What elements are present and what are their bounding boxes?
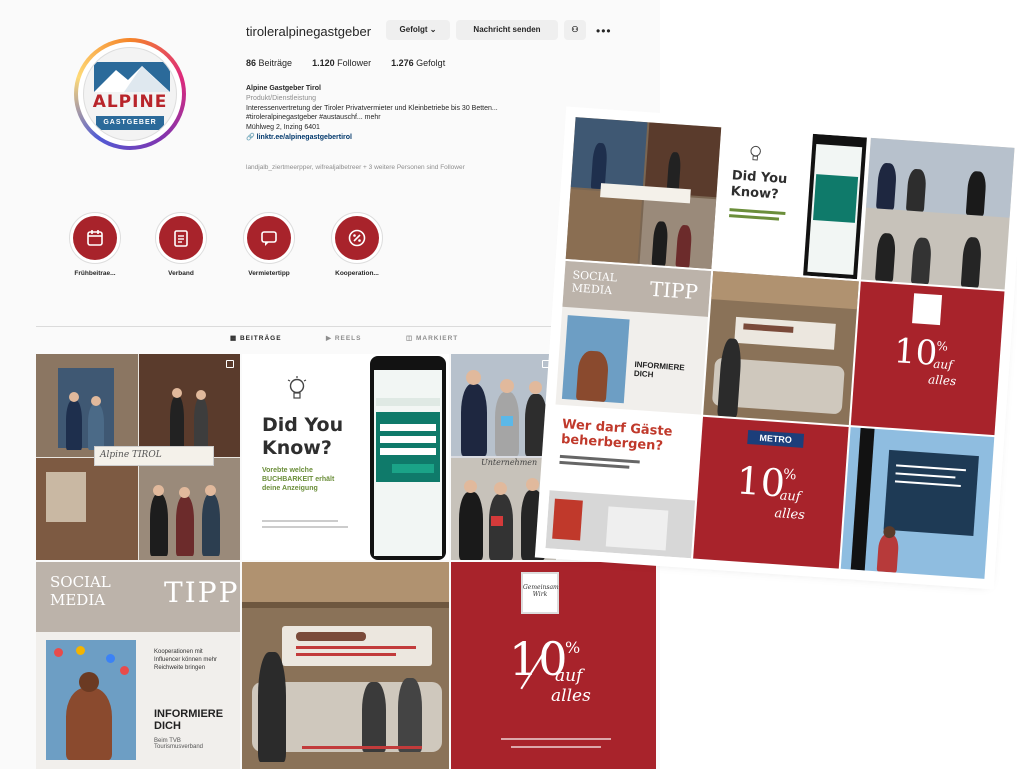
profile-link[interactable]: 🔗 linktr.ee/alpinegastgebertirol: [246, 133, 626, 143]
tab-tagged[interactable]: ◫ MARKIERT: [406, 334, 458, 342]
highlight-label: Vermietertipp: [248, 270, 290, 277]
profile-bio: Alpine Gastgeber Tirol Produkt/Dienstlei…: [246, 84, 626, 143]
tipp-label: TIPP: [164, 576, 240, 609]
detail-post-team[interactable]: [860, 137, 1015, 290]
more-dots-icon[interactable]: •••: [596, 24, 612, 38]
detail-post-ten-percent-a[interactable]: 10 % auf alles: [850, 281, 1005, 436]
post-did-you-know[interactable]: Did You Know? Vorebte welche BUCHBARKEIT…: [242, 354, 449, 560]
bio-hashtags[interactable]: #tiroleralpinegastgeber #austauschf... m…: [246, 113, 626, 123]
percent-icon: [348, 229, 366, 247]
dyk-body: Vorebte welche BUCHBARKEIT erhält deine …: [262, 467, 335, 492]
alpine-gastgeber-logo: ALPINE GASTGEBER: [83, 47, 177, 141]
post-social-media-tipp[interactable]: SOCIAL MEDIA TIPP Kooperationen mit Infl…: [36, 562, 240, 769]
multi-post-icon: [542, 360, 550, 368]
percent-label: %: [565, 638, 581, 657]
bio-line: Interessenvertretung der Tiroler Privatv…: [246, 104, 498, 112]
dyk-title: Did You Know?: [262, 414, 344, 459]
reels-icon: ▶: [326, 335, 332, 342]
add-person-button[interactable]: ⚇: [564, 20, 586, 40]
grid-icon: ▦: [230, 335, 238, 342]
mountain-logo-icon: [94, 62, 170, 92]
bio-address: Mühlweg 2, Inzing 6401: [246, 124, 320, 132]
followed-by-note[interactable]: landjalb_ziertmeerpper, wifrealjalbetree…: [246, 164, 465, 171]
detail-post-social-media[interactable]: SOCIAL MEDIA TIPP INFORMIERE DICH: [555, 260, 712, 415]
tabs-divider: [36, 326, 556, 327]
post-workshop-photo[interactable]: [242, 562, 449, 769]
profile-category: Produkt/Dienstleistung: [246, 94, 317, 102]
detail-informiere-label: INFORMIERE DICH: [633, 359, 685, 380]
tab-reels[interactable]: ▶ REELS: [326, 334, 361, 342]
highlight-fruehbeitrag[interactable]: Frühbeitrae...: [60, 212, 130, 277]
highlight-label: Kooperation...: [335, 270, 379, 277]
followers-count[interactable]: 1.120 Follower: [312, 58, 371, 68]
tab-posts[interactable]: ▦ BEITRÄGE: [230, 334, 282, 342]
collage-caption: Alpine TIROL: [100, 450, 162, 460]
posts-count[interactable]: 86 Beiträge: [246, 58, 292, 68]
alles-label: alles: [551, 686, 591, 706]
detail-post-ten-percent-b[interactable]: METRO 10 % auf alles: [693, 416, 849, 569]
detail-auf-label-b: auf: [779, 488, 802, 505]
following-count[interactable]: 1.276 Gefolgt: [391, 58, 445, 68]
link-icon: 🔗: [246, 133, 255, 141]
detail-dyk-title: Did You Know?: [730, 168, 788, 203]
wer-darf-title: Wer darf Gäste beherbergen?: [560, 417, 673, 455]
auf-label: auf: [555, 666, 583, 686]
lightbulb-icon: [750, 145, 761, 161]
detail-post-illustration[interactable]: [840, 427, 995, 579]
message-button[interactable]: Nachricht senden: [456, 20, 558, 40]
tagged-icon: ◫: [406, 335, 414, 342]
detail-percent-label-b: %: [782, 466, 798, 484]
highlight-label: Frühbeitrae...: [74, 270, 116, 277]
detail-post-workshop[interactable]: [703, 271, 859, 425]
multi-post-icon: [226, 360, 234, 368]
logo-word: ALPINE: [92, 92, 168, 112]
add-person-icon: ⚇: [571, 25, 579, 34]
detail-post-collage[interactable]: [565, 117, 722, 270]
post-collage-photos[interactable]: Alpine TIROL: [36, 354, 240, 560]
highlight-vermietertipp[interactable]: Vermietertipp: [234, 212, 304, 277]
logo-subtitle: GASTGEBER: [96, 116, 164, 130]
detail-auf-label-a: auf: [932, 356, 954, 373]
highlight-kooperation[interactable]: Kooperation...: [322, 212, 392, 277]
profile-avatar[interactable]: ALPINE GASTGEBER: [74, 38, 186, 150]
detail-post-did-you-know[interactable]: Did You Know?: [713, 127, 869, 280]
lightbulb-icon: [287, 376, 307, 399]
document-icon: [174, 230, 188, 247]
profile-name: Alpine Gastgeber Tirol: [246, 85, 321, 92]
profile-grid-detail: Did You Know? SOCIAL MEDIA TIPP INFORMIE…: [545, 117, 1015, 579]
profile-stats: 86 Beiträge 1.120 Follower 1.276 Gefolgt: [246, 58, 445, 68]
following-button[interactable]: Gefolgt ⌄: [386, 20, 450, 40]
detail-alles-label-a: alles: [927, 372, 957, 389]
detail-alles-label-b: alles: [773, 506, 806, 524]
detail-post-wer-darf[interactable]: Wer darf Gäste beherbergen?: [545, 406, 702, 559]
post-team-photos[interactable]: Unternehmen: [451, 354, 556, 560]
chevron-down-icon: ⌄: [429, 25, 437, 34]
highlight-verband[interactable]: Verband: [146, 212, 216, 277]
informiere-label: INFORMIERE DICH: [154, 708, 224, 732]
metro-logo: METRO: [747, 429, 805, 448]
following-button-label: Gefolgt: [399, 25, 428, 34]
detail-percent-label-a: %: [936, 338, 949, 354]
detail-tipp-label: TIPP: [648, 276, 699, 305]
detail-ten-label-a: 10: [892, 331, 939, 374]
media-label: MEDIA: [50, 591, 106, 609]
profile-username: tiroleralpinegastgeber: [246, 24, 372, 39]
chat-icon: [261, 231, 277, 246]
social-label: SOCIAL: [50, 573, 111, 591]
highlight-label: Verband: [168, 270, 194, 277]
post-ten-percent[interactable]: Gemeinsam Wirk 10 % auf alles: [451, 562, 656, 769]
calendar-icon: [87, 230, 103, 246]
